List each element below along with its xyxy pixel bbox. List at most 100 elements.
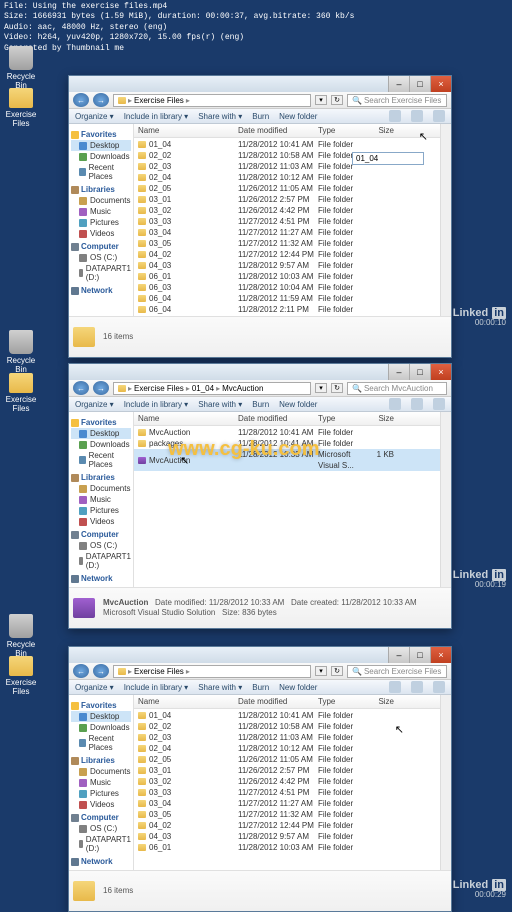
search-input[interactable]: 🔍Search Exercise Files — [347, 94, 447, 107]
col-name[interactable]: Name — [138, 697, 238, 706]
sidebar-item-music[interactable]: Music — [71, 206, 131, 217]
table-row[interactable]: MvcAuction11/28/2012 10:41 AMFile folder — [134, 427, 440, 438]
titlebar[interactable]: – □ × — [69, 76, 451, 92]
maximize-button[interactable]: □ — [409, 76, 430, 92]
maximize-button[interactable]: □ — [409, 647, 430, 663]
address-dropdown[interactable]: ▾ — [315, 383, 327, 393]
table-row[interactable]: 03_0511/27/2012 11:32 AMFile folder — [134, 238, 440, 249]
new-folder-button[interactable]: New folder — [279, 683, 317, 692]
desktop-exercise-files[interactable]: Exercise Files — [5, 373, 37, 413]
table-row[interactable]: packages11/28/2012 10:41 AMFile folder — [134, 438, 440, 449]
network-group[interactable]: Network — [71, 574, 131, 583]
table-row[interactable]: 04_0311/28/2012 9:57 AMFile folder — [134, 831, 440, 842]
table-row[interactable]: 03_0111/26/2012 2:57 PMFile folder — [134, 194, 440, 205]
table-row[interactable]: 02_0511/26/2012 11:05 AMFile folder — [134, 754, 440, 765]
table-row[interactable]: 02_0311/28/2012 11:03 AMFile folder — [134, 732, 440, 743]
sidebar-item-osc[interactable]: OS (C:) — [71, 252, 131, 263]
sidebar-item-downloads[interactable]: Downloads — [71, 722, 131, 733]
close-button[interactable]: × — [430, 647, 451, 663]
scrollbar[interactable] — [440, 124, 451, 316]
favorites-group[interactable]: Favorites — [71, 418, 131, 427]
table-row[interactable]: 06_0111/28/2012 10:03 AMFile folder — [134, 271, 440, 282]
refresh-button[interactable]: ↻ — [331, 95, 343, 105]
table-row[interactable]: 04_0311/28/2012 9:57 AMFile folder — [134, 260, 440, 271]
favorites-group[interactable]: Favorites — [71, 130, 131, 139]
table-row[interactable]: 03_0211/26/2012 4:42 PMFile folder — [134, 205, 440, 216]
help-icon[interactable] — [433, 110, 445, 122]
sidebar-item-downloads[interactable]: Downloads — [71, 439, 131, 450]
view-icon[interactable] — [389, 398, 401, 410]
table-row[interactable]: 03_0311/27/2012 4:51 PMFile folder — [134, 787, 440, 798]
sidebar-item-music[interactable]: Music — [71, 494, 131, 505]
col-size[interactable]: Size — [370, 126, 394, 135]
col-type[interactable]: Type — [318, 126, 370, 135]
table-row[interactable]: 03_0111/26/2012 2:57 PMFile folder — [134, 765, 440, 776]
preview-icon[interactable] — [411, 398, 423, 410]
sidebar-item-osc[interactable]: OS (C:) — [71, 540, 131, 551]
burn-button[interactable]: Burn — [252, 683, 269, 692]
column-headers[interactable]: Name Date modified Type Size — [134, 412, 440, 426]
col-date[interactable]: Date modified — [238, 126, 318, 135]
share-menu[interactable]: Share with ▾ — [198, 400, 242, 409]
sidebar-item-documents[interactable]: Documents — [71, 195, 131, 206]
table-row[interactable]: 06_0111/28/2012 10:03 AMFile folder — [134, 842, 440, 853]
nav-forward-button[interactable]: → — [93, 93, 109, 107]
sidebar-item-recent[interactable]: Recent Places — [71, 450, 131, 470]
table-row[interactable]: 03_0511/27/2012 11:32 AMFile folder — [134, 809, 440, 820]
address-bar[interactable]: ▸ Exercise Files ▸ — [113, 94, 311, 107]
new-folder-button[interactable]: New folder — [279, 112, 317, 121]
address-bar[interactable]: ▸ Exercise Files ▸ — [113, 665, 311, 678]
sidebar-item-desktop[interactable]: Desktop — [71, 428, 131, 439]
column-headers[interactable]: Name Date modified Type Size — [134, 695, 440, 709]
col-type[interactable]: Type — [318, 414, 370, 423]
help-icon[interactable] — [433, 681, 445, 693]
computer-group[interactable]: Computer — [71, 813, 131, 822]
table-row[interactable]: 04_0211/27/2012 12:44 PMFile folder — [134, 249, 440, 260]
organize-menu[interactable]: Organize ▾ — [75, 400, 114, 409]
close-button[interactable]: × — [430, 364, 451, 380]
sidebar-item-documents[interactable]: Documents — [71, 766, 131, 777]
sidebar-item-pictures[interactable]: Pictures — [71, 217, 131, 228]
preview-icon[interactable] — [411, 681, 423, 693]
table-row[interactable]: 04_0211/27/2012 12:44 PMFile folder — [134, 820, 440, 831]
organize-menu[interactable]: Organize ▾ — [75, 112, 114, 121]
help-icon[interactable] — [433, 398, 445, 410]
view-icon[interactable] — [389, 110, 401, 122]
table-row[interactable]: 03_0311/27/2012 4:51 PMFile folder — [134, 216, 440, 227]
nav-back-button[interactable]: ← — [73, 381, 89, 395]
table-row[interactable]: 02_0211/28/2012 10:58 AMFile folder — [134, 721, 440, 732]
sidebar-item-desktop[interactable]: Desktop — [71, 711, 131, 722]
table-row[interactable]: 01_0411/28/2012 10:41 AMFile folder — [134, 139, 440, 150]
computer-group[interactable]: Computer — [71, 530, 131, 539]
search-input[interactable]: 🔍Search MvcAuction — [347, 382, 447, 395]
organize-menu[interactable]: Organize ▾ — [75, 683, 114, 692]
nav-back-button[interactable]: ← — [73, 93, 89, 107]
include-library-menu[interactable]: Include in library ▾ — [124, 683, 189, 692]
include-library-menu[interactable]: Include in library ▾ — [124, 112, 189, 121]
computer-group[interactable]: Computer — [71, 242, 131, 251]
sidebar-item-datapart[interactable]: DATAPART1 (D:) — [71, 834, 131, 854]
sidebar-item-downloads[interactable]: Downloads — [71, 151, 131, 162]
nav-back-button[interactable]: ← — [73, 664, 89, 678]
sidebar-item-recent[interactable]: Recent Places — [71, 162, 131, 182]
share-menu[interactable]: Share with ▾ — [198, 112, 242, 121]
col-type[interactable]: Type — [318, 697, 370, 706]
sidebar-item-videos[interactable]: Videos — [71, 799, 131, 810]
column-headers[interactable]: Name Date modified Type Size — [134, 124, 440, 138]
minimize-button[interactable]: – — [388, 76, 409, 92]
sidebar-item-osc[interactable]: OS (C:) — [71, 823, 131, 834]
nav-forward-button[interactable]: → — [93, 664, 109, 678]
titlebar[interactable]: – □ × — [69, 647, 451, 663]
desktop-recycle-bin[interactable]: Recycle Bin — [5, 330, 37, 374]
libraries-group[interactable]: Libraries — [71, 185, 131, 194]
share-menu[interactable]: Share with ▾ — [198, 683, 242, 692]
table-row[interactable]: 02_0411/28/2012 10:12 AMFile folder — [134, 172, 440, 183]
refresh-button[interactable]: ↻ — [331, 666, 343, 676]
minimize-button[interactable]: – — [388, 647, 409, 663]
sidebar-item-datapart[interactable]: DATAPART1 (D:) — [71, 263, 131, 283]
scrollbar[interactable] — [440, 412, 451, 587]
burn-button[interactable]: Burn — [252, 400, 269, 409]
col-size[interactable]: Size — [370, 414, 394, 423]
desktop-recycle-bin[interactable]: Recycle Bin — [5, 46, 37, 90]
minimize-button[interactable]: – — [388, 364, 409, 380]
